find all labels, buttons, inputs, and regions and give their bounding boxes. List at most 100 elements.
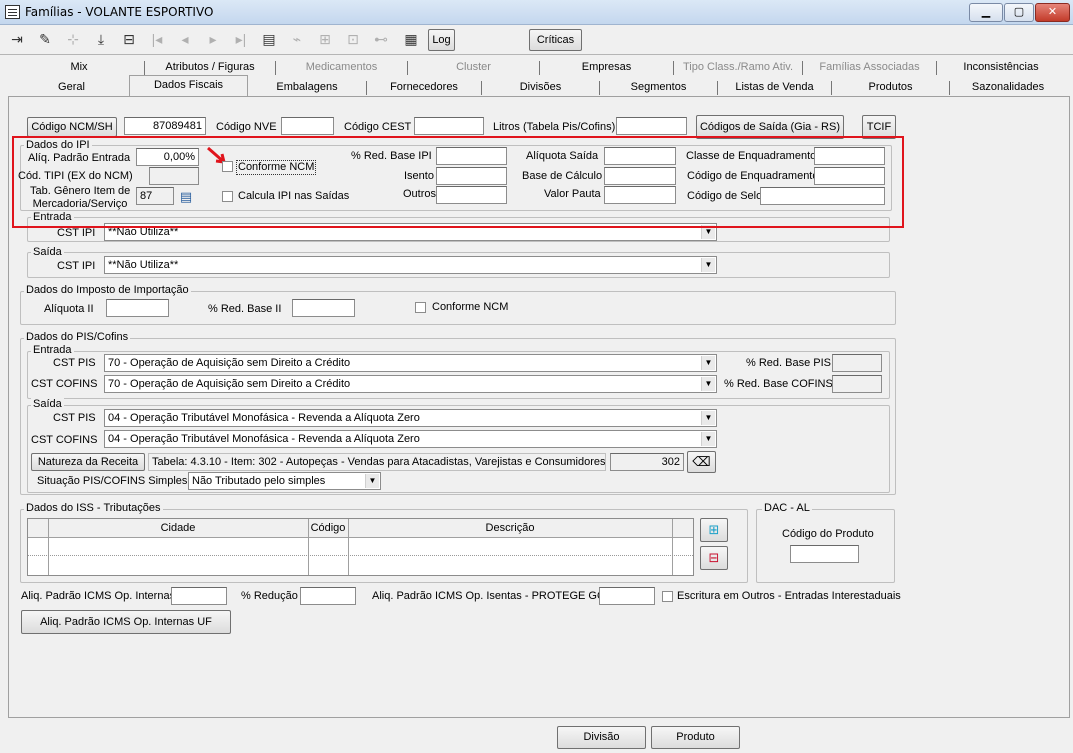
cst-cofins-entrada-select[interactable]: 70 - Operação de Aquisição sem Direito a… [104,375,717,393]
situacao-simples-select[interactable]: Não Tributado pelo simples ▼ [188,472,381,490]
save-icon[interactable]: ⤓ [89,28,113,52]
first-icon[interactable]: |◂ [145,28,169,52]
link-icon[interactable]: ⊷ [369,28,393,52]
chevron-down-icon[interactable]: ▼ [701,258,715,272]
prev-icon[interactable]: ◂ [173,28,197,52]
tab-listas-venda[interactable]: Listas de Venda [718,78,831,97]
minimize-button[interactable]: ▁ [969,3,1003,22]
cest-field[interactable] [414,117,484,135]
tab-embalagens[interactable]: Embalagens [248,78,366,97]
tab-mix[interactable]: Mix [14,58,144,77]
remove-row-icon[interactable]: ⊟ [700,546,728,570]
tab-fornecedores[interactable]: Fornecedores [367,78,481,97]
divisao-button[interactable]: Divisão [557,726,646,749]
conforme-ncm-ii-label: Conforme NCM [432,301,509,313]
conforme-ncm-ii-checkbox[interactable] [415,302,426,313]
dac-caption: DAC - AL [762,502,812,514]
window-title: Famílias - VOLANTE ESPORTIVO [25,5,214,19]
pis-cofins-caption: Dados do PIS/Cofins [24,331,131,343]
calendar-icon[interactable]: ▦ [399,28,423,52]
tab-produtos[interactable]: Produtos [832,78,949,97]
cst-cofins-saida-label: CST COFINS [31,434,98,446]
ncm-button[interactable]: Código NCM/SH [27,117,117,137]
exit-icon[interactable]: ⇥ [5,28,29,52]
criticas-button[interactable]: Críticas [529,29,582,51]
col-descricao[interactable]: Descrição [348,522,672,535]
tab-tipo-class[interactable]: Tipo Class./Ramo Ativ. [674,58,802,77]
red-base-ii-field[interactable] [292,299,355,317]
cst-pis-label: CST PIS [53,357,96,369]
tab-empresas[interactable]: Empresas [540,58,673,77]
add-row-icon[interactable]: ⊞ [700,518,728,542]
natureza-code-field[interactable]: 302 [610,453,684,471]
tab-inconsistencias[interactable]: Inconsistências [937,58,1065,77]
copy-icon[interactable]: ⊡ [341,28,365,52]
tab-familias-associadas[interactable]: Famílias Associadas [803,58,936,77]
tab-medicamentos[interactable]: Medicamentos [276,58,407,77]
ncm-field[interactable]: 87089481 [124,117,206,135]
edit-icon[interactable]: ✎ [33,28,57,52]
cst-cofins-saida-select[interactable]: 04 - Operação Tributável Monofásica - Re… [104,430,717,448]
reducao-field[interactable] [300,587,356,605]
escritura-label: Escritura em Outros - Entradas Interesta… [677,590,901,602]
icms-uf-button[interactable]: Aliq. Padrão ICMS Op. Internas UF [21,610,231,634]
aliquota-ii-label: Alíquota II [44,303,94,315]
app-icon[interactable] [5,5,20,19]
filter-icon[interactable]: ⌁ [285,28,309,52]
chevron-down-icon[interactable]: ▼ [365,474,379,488]
chevron-down-icon[interactable]: ▼ [701,432,715,446]
red-base-pis-label: % Red. Base PIS [746,357,831,369]
icms-isentas-field[interactable] [599,587,655,605]
network-icon[interactable]: ⊞ [313,28,337,52]
tab-row-2: Geral Dados Fiscais Embalagens Fornecedo… [8,75,1070,97]
log-button[interactable]: Log [428,29,455,51]
cst-pis-entrada-select[interactable]: 70 - Operação de Aquisição sem Direito a… [104,354,717,372]
tab-segmentos[interactable]: Segmentos [600,78,717,97]
chevron-down-icon[interactable]: ▼ [701,356,715,370]
iss-caption: Dados do ISS - Tributações [24,502,163,514]
importacao-caption: Dados do Imposto de Importação [24,284,191,296]
tab-sazonalidades[interactable]: Sazonalidades [950,78,1066,97]
iss-grid: Cidade Código Descrição [27,518,694,576]
pis-saida-caption: Saída [31,398,64,410]
col-codigo[interactable]: Código [308,522,348,535]
cst-pis-saida-select[interactable]: 04 - Operação Tributável Monofásica - Re… [104,409,717,427]
icms-isentas-label: Aliq. Padrão ICMS Op. Isentas - PROTEGE … [372,590,606,602]
chevron-down-icon[interactable]: ▼ [701,377,715,391]
maximize-button[interactable]: ▢ [1004,3,1034,22]
codigo-produto-label: Código do Produto [782,528,874,540]
cst-ipi-saida-select[interactable]: **Não Utiliza** ▼ [104,256,717,274]
icms-internas-field[interactable] [171,587,227,605]
produto-button[interactable]: Produto [651,726,740,749]
eraser-icon[interactable]: ⌫ [687,451,716,473]
litros-field[interactable] [616,117,687,135]
close-button[interactable]: ✕ [1035,3,1070,22]
tree-icon[interactable]: ⊹ [61,28,85,52]
cst-ipi-saida-label: CST IPI [57,260,96,272]
nve-label: Código NVE [216,121,277,133]
tab-geral[interactable]: Geral [14,78,129,97]
red-base-pis-field[interactable] [832,354,882,372]
tab-cluster[interactable]: Cluster [408,58,539,77]
tab-divisoes[interactable]: Divisões [482,78,599,97]
last-icon[interactable]: ▸| [229,28,253,52]
natureza-receita-button[interactable]: Natureza da Receita [31,453,145,471]
list-icon[interactable]: ▤ [257,28,281,52]
codigo-produto-field[interactable] [790,545,859,563]
col-cidade[interactable]: Cidade [48,522,308,535]
next-icon[interactable]: ▸ [201,28,225,52]
nve-field[interactable] [281,117,334,135]
title-bar: Famílias - VOLANTE ESPORTIVO ▁ ▢ ✕ [0,0,1073,25]
red-base-cofins-label: % Red. Base COFINS [724,378,833,390]
table-row[interactable] [28,555,693,556]
cancel-icon[interactable]: ⊟ [117,28,141,52]
escritura-checkbox[interactable] [662,591,673,602]
red-base-cofins-field[interactable] [832,375,882,393]
aliquota-ii-field[interactable] [106,299,169,317]
cst-ipi-entrada-label: CST IPI [57,227,96,239]
situacao-simples-label: Situação PIS/COFINS Simples [37,475,188,487]
tab-dados-fiscais[interactable]: Dados Fiscais [129,76,248,95]
toolbar: ⇥ ✎ ⊹ ⤓ ⊟ |◂ ◂ ▸ ▸| ▤ ⌁ ⊞ ⊡ ⊷ ▦ Log Crít… [0,25,1073,55]
litros-label: Litros (Tabela Pis/Cofins) [493,121,616,133]
chevron-down-icon[interactable]: ▼ [701,411,715,425]
